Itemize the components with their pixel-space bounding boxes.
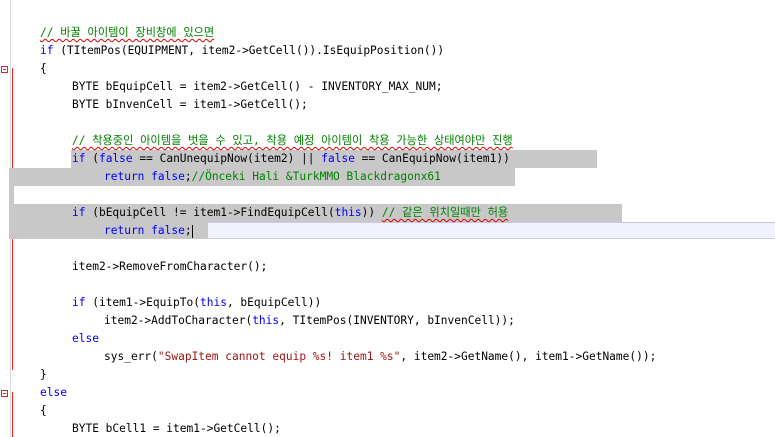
code-line[interactable]: // 바꿀 아이템이 장비창에 있으면 [40, 24, 214, 42]
code-line[interactable]: if (item1->EquipTo(this, bEquipCell)) [72, 294, 321, 312]
code-token: ; [184, 224, 192, 237]
code-comment: // 같은 위치일때만 허용 [381, 206, 509, 219]
code-keyword: this [334, 206, 362, 219]
code-keyword: false [151, 224, 185, 237]
code-line[interactable]: // 착용중인 아이템을 벗을 수 있고, 착용 예정 아이템이 착용 가능한 … [72, 132, 513, 150]
code-keyword: if [72, 152, 86, 165]
code-line[interactable]: BYTE bEquipCell = item2->GetCell() - INV… [72, 78, 442, 96]
code-token: (bEquipCell != item1->FindEquipCell( [85, 206, 335, 219]
code-comment: // 바꿀 아이템이 장비창에 있으면 [40, 26, 215, 39]
text-cursor [191, 224, 193, 238]
code-keyword: false [98, 152, 133, 165]
collapse-icon[interactable] [1, 66, 8, 73]
code-line[interactable]: if (false == CanUnequipNow(item2) || fal… [72, 150, 510, 168]
code-keyword: else [72, 332, 99, 345]
code-keyword: this [252, 314, 280, 327]
code-token: == CanUnequipNow(item2) || [132, 152, 322, 165]
code-token: )) [361, 206, 382, 219]
code-line[interactable]: else [72, 330, 99, 348]
code-line[interactable]: return false;//Önceki Hali &TurkMMO Blac… [104, 168, 441, 186]
code-token: (TItemPos(EQUIPMENT, item2->GetCell()).I… [53, 44, 445, 57]
code-string: "SwapItem cannot equip %s! item1 %s" [157, 350, 401, 363]
code-token: } [40, 368, 47, 381]
code-comment: //Önceki Hali &TurkMMO Blackdragonx61 [191, 170, 441, 183]
code-keyword: return [104, 170, 145, 183]
code-token: BYTE bCell1 = item1->GetCell(); [72, 422, 281, 435]
code-token: { [40, 404, 47, 417]
code-token: , bEquipCell)) [226, 296, 322, 309]
code-keyword: return [104, 224, 145, 237]
code-line[interactable]: item2->AddToCharacter(this, TItemPos(INV… [104, 312, 515, 330]
code-keyword: if [72, 206, 86, 219]
code-line[interactable]: { [40, 402, 47, 420]
code-token: item2->RemoveFromCharacter(); [72, 260, 268, 273]
code-line[interactable]: } [40, 366, 47, 384]
code-token: BYTE bEquipCell = item2->GetCell() - INV… [72, 80, 443, 93]
code-line[interactable]: if (bEquipCell != item1->FindEquipCell(t… [72, 204, 508, 222]
code-line[interactable]: BYTE bInvenCell = item1->GetCell(); [72, 96, 308, 114]
code-comment: // 착용중인 아이템을 벗을 수 있고, 착용 예정 아이템이 착용 가능한 … [72, 134, 513, 147]
code-token: { [40, 62, 47, 75]
code-line[interactable]: BYTE bCell1 = item1->GetCell(); [72, 420, 281, 437]
code-keyword: false [151, 170, 185, 183]
code-line[interactable]: sys_err("SwapItem cannot equip %s! item1… [104, 348, 656, 366]
code-keyword: if [40, 44, 54, 57]
code-line[interactable]: { [40, 60, 47, 78]
code-keyword: false [321, 152, 355, 165]
code-line[interactable]: item2->RemoveFromCharacter(); [72, 258, 267, 276]
code-token: , TItemPos(INVENTORY, bInvenCell)); [279, 314, 515, 327]
code-token: (item1->EquipTo( [85, 296, 200, 309]
code-line[interactable]: else [40, 384, 67, 402]
code-line[interactable]: if (TItemPos(EQUIPMENT, item2->GetCell()… [40, 42, 444, 60]
code-token: sys_err( [104, 350, 158, 363]
code-token: == CanEquipNow(item1)) [354, 152, 510, 165]
code-token: item2->AddToCharacter( [104, 314, 253, 327]
code-token: , item2->GetName(), item1->GetName()); [400, 350, 657, 363]
code-editor[interactable]: // 바꿀 아이템이 장비창에 있으면 if (TItemPos(EQUIPMEN… [0, 0, 775, 437]
selection-highlight [9, 186, 14, 204]
code-keyword: this [200, 296, 227, 309]
code-line[interactable]: return false; [104, 222, 193, 240]
code-token: ( [85, 152, 99, 165]
code-keyword: else [40, 386, 67, 399]
code-keyword: if [72, 296, 86, 309]
current-line-highlight [208, 222, 775, 239]
block-marker-line [12, 392, 13, 437]
code-token: ; [184, 170, 192, 183]
collapse-icon[interactable] [1, 390, 8, 397]
code-token: BYTE bInvenCell = item1->GetCell(); [72, 98, 308, 111]
